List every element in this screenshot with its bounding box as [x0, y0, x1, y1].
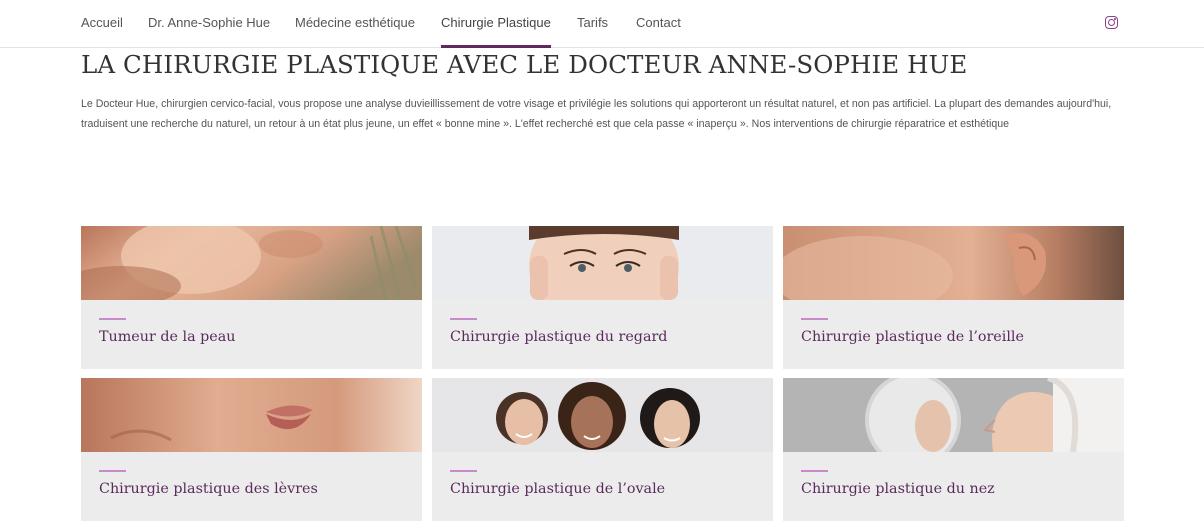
card-accent-line — [99, 470, 126, 472]
card-chirurgie-regard[interactable]: Chirurgie plastique du regard — [432, 226, 773, 369]
intro-paragraph: Le Docteur Hue, chirurgien cervico-facia… — [81, 98, 1112, 130]
card-title[interactable]: Chirurgie plastique du regard — [450, 329, 667, 345]
lips-photo — [81, 378, 422, 452]
card-title[interactable]: Chirurgie plastique des lèvres — [99, 481, 318, 497]
ear-photo — [783, 226, 1124, 300]
nav-item-tarifs[interactable]: Tarifs — [577, 15, 608, 30]
card-chirurgie-ovale[interactable]: Chirurgie plastique de l’ovale — [432, 378, 773, 521]
card-chirurgie-levres[interactable]: Chirurgie plastique des lèvres — [81, 378, 422, 521]
card-accent-line — [801, 470, 828, 472]
card-accent-line — [801, 318, 828, 320]
card-title[interactable]: Chirurgie plastique de l’ovale — [450, 481, 665, 497]
card-accent-line — [450, 470, 477, 472]
eyes-photo — [432, 226, 773, 300]
card-title[interactable]: Chirurgie plastique du nez — [801, 481, 995, 497]
nav-item-medecine-esthetique[interactable]: Médecine esthétique — [295, 15, 415, 30]
top-navigation: Accueil Dr. Anne-Sophie Hue Médecine est… — [0, 0, 1204, 48]
nav-item-contact[interactable]: Contact — [636, 15, 681, 30]
nav-item-chirurgie-plastique[interactable]: Chirurgie Plastique — [441, 15, 551, 30]
card-title[interactable]: Tumeur de la peau — [99, 329, 236, 345]
nav-item-accueil[interactable]: Accueil — [81, 15, 123, 30]
card-accent-line — [99, 318, 126, 320]
women-group-photo — [432, 378, 773, 452]
card-tumeur-de-la-peau[interactable]: Tumeur de la peau — [81, 226, 422, 369]
card-title[interactable]: Chirurgie plastique de l’oreille — [801, 329, 1024, 345]
card-chirurgie-oreille[interactable]: Chirurgie plastique de l’oreille — [783, 226, 1124, 369]
face-closeup-photo — [81, 226, 422, 300]
card-accent-line — [450, 318, 477, 320]
card-chirurgie-nez[interactable]: Chirurgie plastique du nez — [783, 378, 1124, 521]
nav-item-dr-anne-sophie-hue[interactable]: Dr. Anne-Sophie Hue — [148, 15, 270, 30]
mirror-profile-photo — [783, 378, 1124, 452]
page-title: LA CHIRURGIE PLASTIQUE AVEC LE DOCTEUR A… — [81, 50, 968, 79]
instagram-icon[interactable] — [1105, 16, 1118, 29]
active-nav-indicator — [441, 45, 551, 48]
